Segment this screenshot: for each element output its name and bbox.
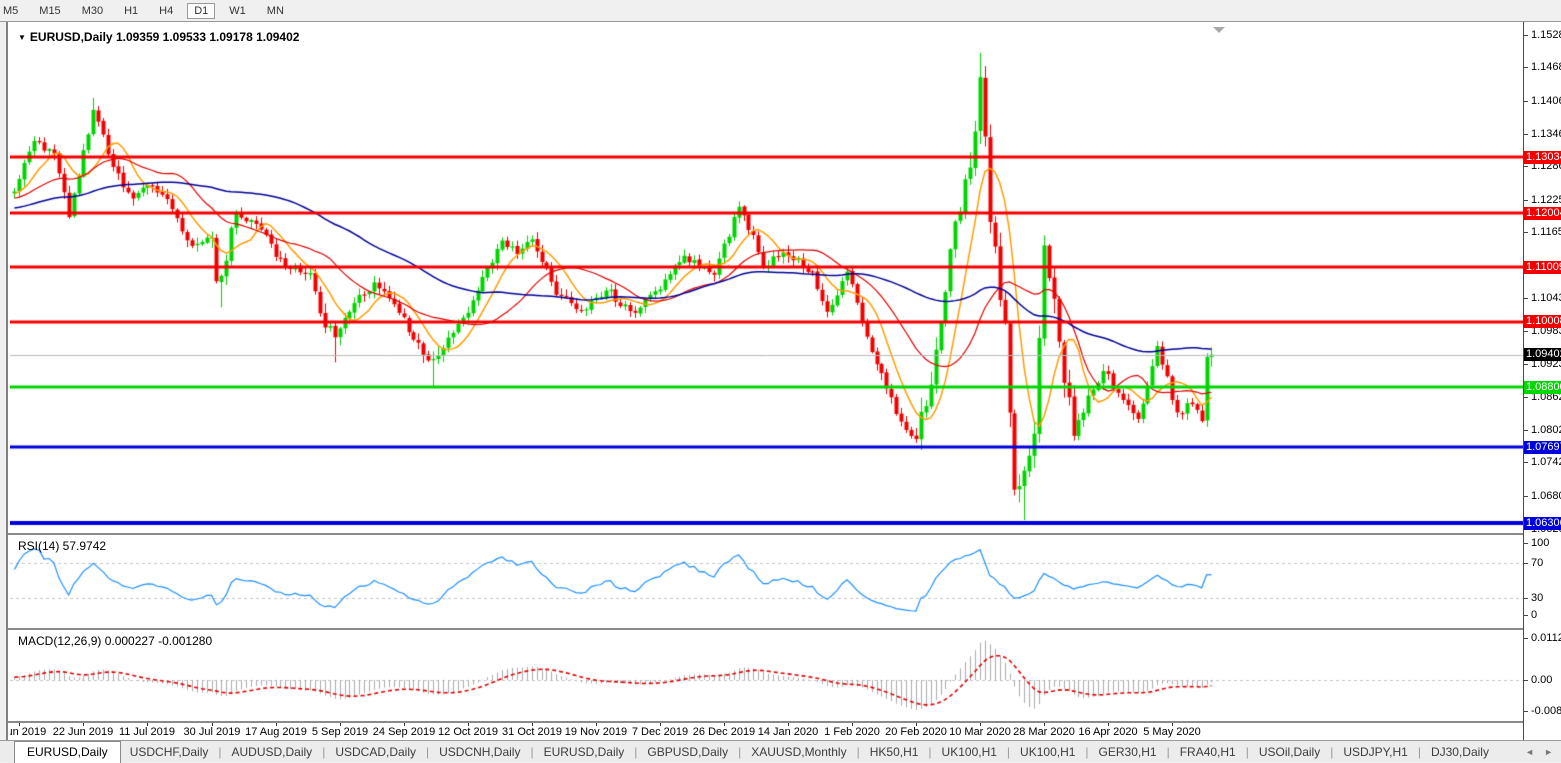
chart-tab-eurusd-daily[interactable]: EURUSD,Daily [535, 743, 634, 761]
axis-tickmark [1524, 543, 1528, 544]
timeframe-button-w1[interactable]: W1 [222, 3, 253, 19]
chart-tab-hk50-h1[interactable]: HK50,H1 [861, 743, 928, 761]
chart-plots: ▼ EURUSD,Daily 1.09359 1.09533 1.09178 1.… [8, 22, 1524, 740]
axis-tickmark [1524, 298, 1528, 299]
rsi-tick-label: 0 [1531, 609, 1537, 621]
price-axis: 1.152801.146801.140651.134651.128651.122… [1523, 22, 1561, 740]
chart-tab-audusd-daily[interactable]: AUDUSD,Daily [223, 743, 322, 761]
chart-tab-usdchf-daily[interactable]: USDCHF,Daily [121, 743, 218, 761]
rsi-label: RSI(14) 57.9742 [18, 539, 106, 553]
price-tick-label: 1.14065 [1531, 95, 1561, 107]
axis-tickmark [1524, 430, 1528, 431]
axis-tickmark [1524, 680, 1528, 681]
chart-tab-uk100-h1[interactable]: UK100,H1 [933, 743, 1006, 761]
axis-tickmark [1524, 364, 1528, 365]
axis-tickmark [1524, 200, 1528, 201]
axis-tickmark [1524, 101, 1528, 102]
axis-tickmark [1524, 232, 1528, 233]
axis-tickmark [1524, 462, 1528, 463]
chart-tab-uk100-h1[interactable]: UK100,H1 [1011, 743, 1084, 761]
price-tick-label: 1.10435 [1531, 292, 1561, 304]
current-price-label: 1.09402 [1524, 348, 1561, 361]
timeframe-button-mn[interactable]: MN [260, 3, 291, 19]
date-axis: 4 Jun 201922 Jun 201911 Jul 201930 Jul 2… [10, 723, 1523, 740]
timeframe-button-h4[interactable]: H4 [152, 3, 180, 19]
macd-tick-label: 0.011277 [1531, 632, 1561, 644]
chart-title: ▼ EURUSD,Daily 1.09359 1.09533 1.09178 1.… [18, 30, 299, 44]
chart-tab-bar: EURUSD,DailyUSDCHF,Daily|AUDUSD,Daily|US… [0, 740, 1561, 762]
chart-title-text: EURUSD,Daily 1.09359 1.09533 1.09178 1.0… [30, 30, 300, 44]
tab-scroll-right-icon[interactable]: ► [1544, 747, 1553, 757]
level-price-label: 1.13034 [1524, 151, 1561, 164]
price-tick-label: 1.15280 [1531, 29, 1561, 41]
chart-tab-ger30-h1[interactable]: GER30,H1 [1090, 743, 1166, 761]
rsi-tick-label: 100 [1531, 537, 1549, 549]
timeframe-button-d1[interactable]: D1 [187, 3, 215, 19]
chart-tab-fra40-h1[interactable]: FRA40,H1 [1171, 743, 1245, 761]
axis-tickmark [1524, 563, 1528, 564]
timeframe-button-m30[interactable]: M30 [75, 3, 110, 19]
price-tick-label: 1.13465 [1531, 128, 1561, 140]
level-price-label: 1.10008 [1524, 315, 1561, 328]
chart-shift-marker-icon[interactable] [1213, 27, 1225, 33]
pane-separator[interactable] [8, 628, 1524, 630]
timeframe-toolbar: M5 M15 M30 H1 H4 D1 W1 MN [0, 0, 1561, 22]
chart-tab-eurusd-daily[interactable]: EURUSD,Daily [14, 741, 121, 763]
tab-scroll-left-icon[interactable]: ◄ [1525, 747, 1534, 757]
price-tick-label: 1.08020 [1531, 424, 1561, 436]
level-price-label: 1.06306 [1524, 517, 1561, 530]
price-tick-label: 1.07420 [1531, 456, 1561, 468]
date-label: 5 May 2020 [1130, 726, 1214, 738]
axis-tickmark [1524, 598, 1528, 599]
chart-tab-gbpusd-daily[interactable]: GBPUSD,Daily [638, 743, 737, 761]
axis-tickmark [1524, 67, 1528, 68]
axis-tickmark [1524, 331, 1528, 332]
macd-tick-label: 0.00 [1531, 674, 1552, 686]
axis-tickmark [1524, 134, 1528, 135]
axis-tickmark [1524, 35, 1528, 36]
macd-label: MACD(12,26,9) 0.000227 -0.001280 [18, 634, 212, 648]
level-price-label: 1.11009 [1524, 261, 1561, 274]
rsi-indicator-canvas[interactable] [10, 535, 1523, 628]
rsi-tick-label: 30 [1531, 592, 1543, 604]
main-chart-canvas[interactable] [10, 24, 1523, 533]
symbol-dropdown-icon[interactable]: ▼ [18, 33, 26, 42]
axis-tickmark [1524, 711, 1528, 712]
macd-indicator-canvas[interactable] [10, 630, 1523, 721]
rsi-tick-label: 70 [1531, 557, 1543, 569]
timeframe-button-m15[interactable]: M15 [32, 3, 67, 19]
chart-tab-xauusd-monthly[interactable]: XAUUSD,Monthly [742, 743, 855, 761]
price-tick-label: 1.11650 [1531, 226, 1561, 238]
axis-tickmark [1524, 615, 1528, 616]
macd-tick-label: -0.00884 [1531, 705, 1561, 717]
axis-tickmark [1524, 166, 1528, 167]
pane-separator[interactable] [8, 533, 1524, 535]
chart-tab-usdcnh-daily[interactable]: USDCNH,Daily [430, 743, 529, 761]
timeframe-button-h1[interactable]: H1 [117, 3, 145, 19]
chart-tab-usoil-daily[interactable]: USOil,Daily [1250, 743, 1329, 761]
axis-tickmark [1524, 638, 1528, 639]
timeframe-button-m5[interactable]: M5 [0, 3, 25, 19]
level-price-label: 1.12004 [1524, 207, 1561, 220]
chart-tab-usdjpy-h1[interactable]: USDJPY,H1 [1334, 743, 1416, 761]
axis-tickmark [1524, 397, 1528, 398]
price-tick-label: 1.12250 [1531, 194, 1561, 206]
level-price-label: 1.07697 [1524, 441, 1561, 454]
chart-tab-usdcad-daily[interactable]: USDCAD,Daily [326, 743, 425, 761]
level-price-label: 1.08800 [1524, 381, 1561, 394]
axis-tickmark [1524, 496, 1528, 497]
chart-tab-dj30-daily[interactable]: DJ30,Daily [1422, 743, 1498, 761]
price-tick-label: 1.14680 [1531, 61, 1561, 73]
price-tick-label: 1.06805 [1531, 490, 1561, 502]
chart-window: ▼ EURUSD,Daily 1.09359 1.09533 1.09178 1.… [6, 22, 1561, 740]
